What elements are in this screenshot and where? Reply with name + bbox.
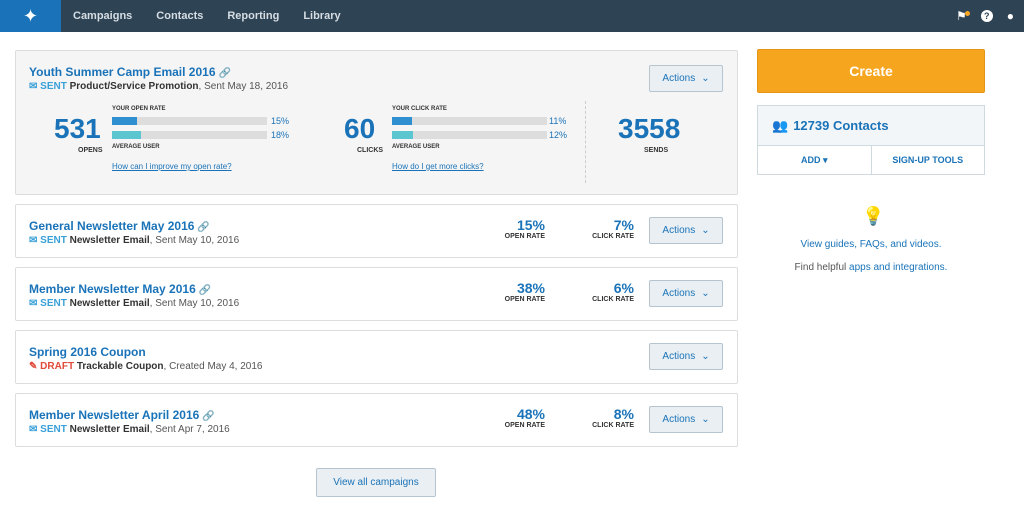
open-rate: 38% OPEN RATE [504,280,545,303]
clicks-label: CLICKS [357,147,384,154]
campaign-title[interactable]: General Newsletter May 2016 🔗 [29,219,210,233]
status-sent: ✉ SENT [29,235,67,246]
chevron-down-icon: ⌄ [701,225,710,236]
link-icon: 🔗 [202,411,215,422]
your-click-rate-bar [392,117,547,125]
notification-dot [964,11,970,16]
campaign-row: Spring 2016 Coupon ✎ DRAFT Trackable Cou… [15,330,738,384]
avg-click-rate-bar [392,131,547,139]
campaign-meta: ✉ SENT Product/Service Promotion, Sent M… [29,81,289,92]
avg-user-label: AVERAGE USER [112,144,160,150]
top-nav: ✦ Campaigns Contacts Reporting Library ⚑… [0,0,1024,32]
notifications-icon[interactable]: ⚑ [956,9,970,23]
campaign-row: Member Newsletter April 2016 🔗 ✉ SENT New… [15,393,738,447]
lightbulb-icon: 💡 [862,206,885,226]
click-rate-help-link[interactable]: How do I get more clicks? [392,162,484,171]
actions-button[interactable]: Actions ⌄ [649,280,723,307]
user-icon[interactable]: ● [1007,9,1014,23]
your-open-rate-value: 15% [271,116,290,126]
chevron-down-icon: ⌄ [701,414,710,425]
contacts-count[interactable]: 👥 12739 Contacts [758,106,984,146]
nav-campaigns[interactable]: Campaigns [61,10,144,22]
campaign-title[interactable]: Spring 2016 Coupon [29,345,146,359]
view-all-campaigns-button[interactable]: View all campaigns [316,468,436,497]
chevron-down-icon: ⌄ [701,351,710,362]
nav-contacts[interactable]: Contacts [144,10,215,22]
divider [585,101,586,183]
campaign-title[interactable]: Youth Summer Camp Email 2016 🔗 [29,65,231,79]
campaign-meta: ✎ DRAFT Trackable Coupon, Created May 4,… [29,361,263,372]
campaign-title[interactable]: Member Newsletter April 2016 🔗 [29,408,215,422]
status-sent: ✉ SENT [29,298,67,309]
people-icon: 👥 [772,117,789,133]
chevron-down-icon: ⌄ [701,73,710,84]
link-icon: 🔗 [218,68,231,79]
actions-button[interactable]: Actions ⌄ [649,406,723,433]
your-click-rate-fill [392,117,412,125]
campaign-row: General Newsletter May 2016 🔗 ✉ SENT News… [15,204,738,258]
status-draft: ✎ DRAFT [29,361,75,372]
campaign-title[interactable]: Member Newsletter May 2016 🔗 [29,282,211,296]
chevron-down-icon: ⌄ [701,288,710,299]
avg-open-rate-value: 18% [271,130,290,140]
campaign-meta: ✉ SENT Newsletter Email, Sent Apr 7, 201… [29,424,230,435]
guides-link[interactable]: View guides, FAQs, and videos. [757,239,985,250]
campaign-list: Youth Summer Camp Email 2016 🔗 ✉ SENT Pro… [15,50,738,456]
your-open-rate-fill [112,117,137,125]
sends-count: 3558 [618,113,681,144]
sends-label: SENDS [644,147,669,154]
your-click-rate-label: YOUR CLICK RATE [392,106,447,112]
open-rate: 15% OPEN RATE [504,217,545,240]
apps-link[interactable]: apps and integrations. [849,262,947,273]
nav-reporting[interactable]: Reporting [215,10,291,22]
your-open-rate-bar [112,117,267,125]
apps-text: Find helpful apps and integrations. [794,262,948,273]
click-rate: 7% CLICK RATE [592,217,634,240]
opens-label: OPENS [78,147,103,154]
help-icon[interactable]: ? [980,10,993,22]
opens-count: 531 [54,113,101,144]
create-button[interactable]: Create [757,49,985,93]
campaign-row: Member Newsletter May 2016 🔗 ✉ SENT Newsl… [15,267,738,321]
avg-click-rate-fill [392,131,414,139]
campaign-meta: ✉ SENT Newsletter Email, Sent May 10, 20… [29,235,240,246]
your-open-rate-label: YOUR OPEN RATE [112,106,166,112]
logo-icon: ✦ [22,5,39,26]
signup-tools-button[interactable]: SIGN-UP TOOLS [872,146,985,174]
click-rate: 6% CLICK RATE [592,280,634,303]
status-sent: ✉ SENT [29,424,67,435]
avg-click-rate-value: 12% [549,130,568,140]
add-contacts-button[interactable]: ADD ▾ [758,146,872,174]
actions-button[interactable]: Actions ⌄ [649,65,723,92]
actions-button[interactable]: Actions ⌄ [649,217,723,244]
avg-open-rate-bar [112,131,267,139]
nav-library[interactable]: Library [291,10,352,22]
avg-open-rate-fill [112,131,141,139]
logo[interactable]: ✦ [0,0,61,32]
status-sent: ✉ SENT [29,81,67,92]
featured-campaign-card: Youth Summer Camp Email 2016 🔗 ✉ SENT Pro… [15,50,738,195]
your-click-rate-value: 11% [549,116,567,126]
open-rate: 48% OPEN RATE [504,406,545,429]
clicks-count: 60 [344,113,376,144]
open-rate-help-link[interactable]: How can I improve my open rate? [112,162,232,171]
link-icon: 🔗 [198,285,212,296]
sidebar: Create 👥 12739 Contacts ADD ▾ SIGN-UP TOO… [757,49,985,273]
link-icon: 🔗 [197,222,210,233]
actions-button[interactable]: Actions ⌄ [649,343,723,370]
click-rate: 8% CLICK RATE [592,406,634,429]
avg-user-label: AVERAGE USER [392,144,440,150]
contacts-widget: 👥 12739 Contacts ADD ▾ SIGN-UP TOOLS [757,105,985,175]
campaign-meta: ✉ SENT Newsletter Email, Sent May 10, 20… [29,298,240,309]
